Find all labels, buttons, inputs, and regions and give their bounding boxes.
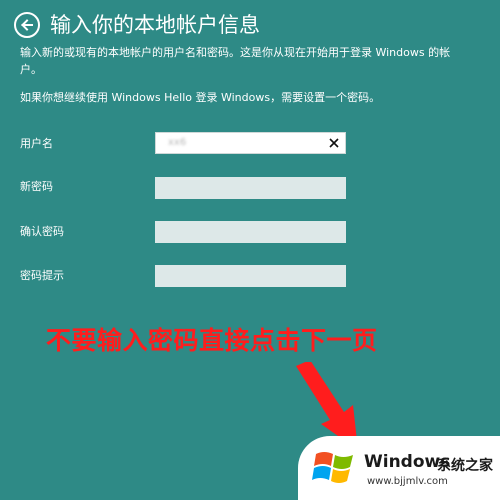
arrow-left-icon [21,19,33,31]
watermark-url: www.bjjmlv.com [367,476,448,487]
confirm-password-label: 确认密码 [20,225,64,238]
username-value: xx6 [168,137,187,148]
watermark-site-name: 系统之家 [437,458,493,474]
back-button[interactable] [14,12,40,38]
clear-icon[interactable] [327,136,341,150]
header: 输入你的本地帐户信息 [14,12,260,38]
username-label: 用户名 [20,137,53,150]
windows-logo-icon [312,452,353,483]
password-hint-label: 密码提示 [20,269,64,282]
confirm-password-input[interactable] [155,221,346,243]
description-text: 输入新的或现有的本地帐户的用户名和密码。这是你从现在开始用于登录 Windows… [20,46,451,76]
annotation-text: 不要输入密码直接点击下一页 [46,326,378,355]
password-hint-input[interactable] [155,265,346,287]
page-title: 输入你的本地帐户信息 [50,13,260,37]
new-password-input[interactable] [155,177,346,199]
new-password-label: 新密码 [20,180,53,193]
hello-note-text: 如果你想继续使用 Windows Hello 登录 Windows，需要设置一个… [20,91,381,104]
username-input[interactable]: xx6 [155,132,346,154]
